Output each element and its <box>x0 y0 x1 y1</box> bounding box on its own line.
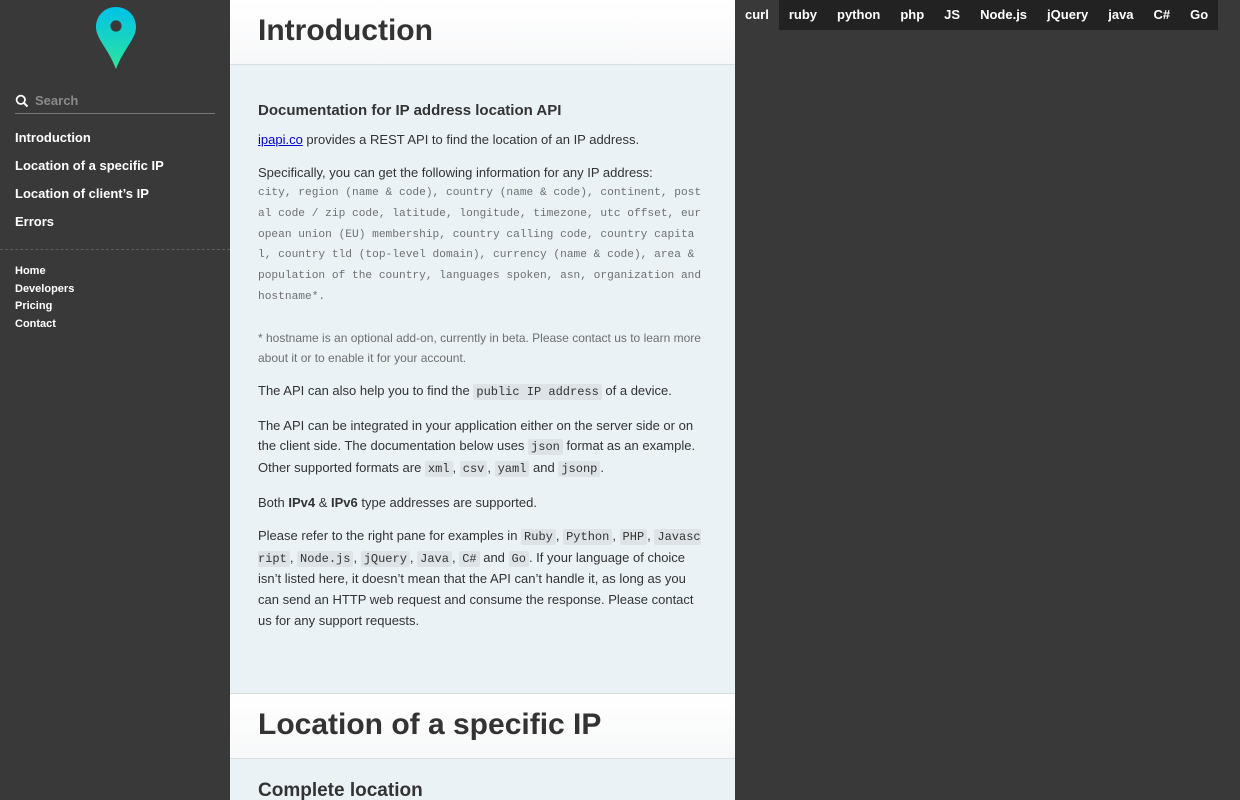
map-pin-logo[interactable] <box>95 6 137 70</box>
tab-jquery[interactable]: jQuery <box>1037 0 1098 30</box>
search-box[interactable] <box>15 88 215 114</box>
tab-csharp[interactable]: C# <box>1144 0 1181 30</box>
ipv6-label: IPv6 <box>331 494 358 510</box>
footer-link-pricing[interactable]: Pricing <box>15 298 74 316</box>
page-title: Introduction <box>258 14 433 47</box>
ipv4-label: IPv4 <box>288 494 316 510</box>
code-jquery: jQuery <box>360 550 410 567</box>
toc-item-introduction[interactable]: Introduction <box>15 124 164 152</box>
code-python: Python <box>563 528 613 545</box>
text: and <box>529 460 559 476</box>
text: & <box>315 494 332 510</box>
code-java: Java <box>417 550 452 567</box>
tab-ruby[interactable]: ruby <box>779 0 827 30</box>
toc-item-errors[interactable]: Errors <box>15 208 164 236</box>
section-header-introduction: Introduction <box>230 0 735 65</box>
tab-python[interactable]: python <box>827 0 890 30</box>
formats-paragraph: The API can be integrated in your applic… <box>258 417 696 478</box>
code-ruby: Ruby <box>521 528 556 545</box>
languages-paragraph: Please refer to the right pane for examp… <box>258 527 701 629</box>
toc-item-specific-ip[interactable]: Location of a specific IP <box>15 152 164 180</box>
code-examples-pane: curl ruby python php JS Node.js jQuery j… <box>735 0 1240 800</box>
toc-item-client-ip[interactable]: Location of client’s IP <box>15 180 164 208</box>
code-csharp: C# <box>459 550 480 567</box>
intro-paragraph: ipapi.co provides a REST API to find the… <box>258 130 704 151</box>
sidebar-divider <box>0 249 230 250</box>
tab-php[interactable]: php <box>890 0 934 30</box>
doc-heading: Documentation for IP address location AP… <box>258 102 562 119</box>
language-tabs: curl ruby python php JS Node.js jQuery j… <box>735 0 1219 30</box>
text: and <box>479 549 509 565</box>
intro-content: Documentation for IP address location AP… <box>258 101 704 644</box>
fields-intro: Specifically, you can get the following … <box>258 165 653 181</box>
tab-java[interactable]: java <box>1098 0 1143 30</box>
text: Both <box>258 494 289 510</box>
footer-link-contact[interactable]: Contact <box>15 316 74 334</box>
tab-js[interactable]: JS <box>934 0 970 30</box>
ip-versions-paragraph: Both IPv4 & IPv6 type addresses are supp… <box>258 493 704 514</box>
code-public-ip: public IP address <box>473 384 602 401</box>
fields-list: city, region (name & code), country (nam… <box>258 187 702 304</box>
toc-list: Introduction Location of a specific IP L… <box>15 124 164 236</box>
ipapi-link[interactable]: ipapi.co <box>258 132 303 147</box>
code-php: PHP <box>619 528 648 545</box>
footer-links: Home Developers Pricing Contact <box>15 263 74 333</box>
tab-nodejs[interactable]: Node.js <box>970 0 1037 30</box>
tab-go[interactable]: Go <box>1180 0 1218 30</box>
search-input[interactable] <box>35 93 205 108</box>
public-ip-paragraph: The API can also help you to find the pu… <box>258 381 704 403</box>
subsection-title-complete-location: Complete location <box>258 780 423 800</box>
code-go: Go <box>508 550 529 567</box>
intro-text: provides a REST API to find the location… <box>302 132 640 147</box>
main-content: Introduction Documentation for IP addres… <box>230 0 735 800</box>
code-xml: xml <box>424 461 453 478</box>
text: type addresses are supported. <box>357 494 537 510</box>
hostname-note: * hostname is an optional add-on, curren… <box>258 330 701 366</box>
code-csv: csv <box>459 461 488 478</box>
code-jsonp: jsonp <box>558 461 601 478</box>
text: of a device. <box>601 383 672 399</box>
section-header-specific-ip: Location of a specific IP <box>230 693 735 759</box>
footer-link-home[interactable]: Home <box>15 263 74 281</box>
code-yaml: yaml <box>494 461 530 478</box>
text: The API can also help you to find the <box>258 383 474 399</box>
code-json: json <box>528 439 563 456</box>
section-title-specific-ip: Location of a specific IP <box>258 708 602 741</box>
code-nodejs: Node.js <box>297 550 354 567</box>
footer-link-developers[interactable]: Developers <box>15 281 74 299</box>
tab-curl[interactable]: curl <box>735 0 779 30</box>
search-icon <box>15 94 29 107</box>
text: Please refer to the right pane for examp… <box>258 527 522 543</box>
sidebar: Introduction Location of a specific IP L… <box>0 0 230 800</box>
